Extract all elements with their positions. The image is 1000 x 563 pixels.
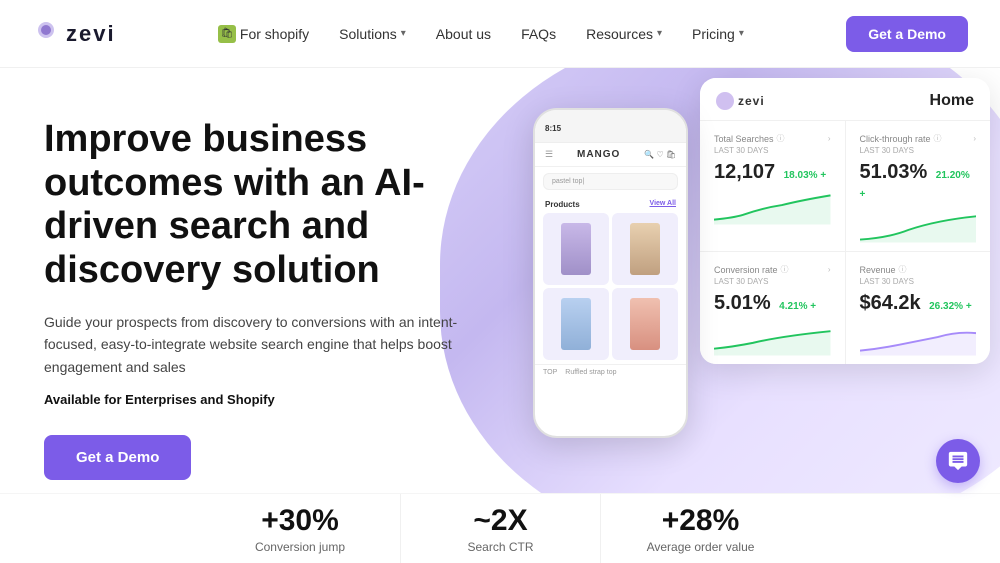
logo[interactable]: zevi bbox=[32, 20, 116, 48]
phone-mockup: 8:15 ☰ MANGO 🔍 ♡ 🛍 pastel top| Products … bbox=[533, 108, 688, 438]
stat-ctr: ~2X Search CTR bbox=[400, 494, 600, 563]
phone-bottom-bar: TOP Ruffled strap top bbox=[535, 364, 686, 380]
chat-icon bbox=[947, 450, 969, 472]
chevron-down-icon-resources: ▾ bbox=[657, 28, 662, 39]
chart-revenue bbox=[860, 321, 977, 356]
dashboard-title: Home bbox=[930, 92, 974, 110]
chat-button[interactable] bbox=[936, 439, 980, 483]
phone-brand: MANGO bbox=[577, 149, 620, 160]
phone-view-all[interactable]: View All bbox=[650, 200, 676, 209]
phone-status-bar: 8:15 bbox=[535, 110, 686, 143]
chart-conversion bbox=[714, 321, 831, 356]
hero-title: Improve business outcomes with an AI-dri… bbox=[44, 118, 480, 293]
phone-product-grid: Frilled dress... Printed flowy... Frille… bbox=[535, 213, 686, 360]
phone-product-1[interactable]: Frilled dress... bbox=[543, 213, 609, 285]
nav-pricing[interactable]: Pricing ▾ bbox=[680, 20, 756, 48]
nav-links: 🛍 For shopify Solutions ▾ About us FAQs … bbox=[206, 19, 756, 49]
dashboard-logo-icon bbox=[716, 92, 734, 110]
nav-about-us[interactable]: About us bbox=[424, 20, 503, 48]
stat-aov-label: Average order value bbox=[621, 540, 780, 554]
nav-resources[interactable]: Resources ▾ bbox=[574, 20, 674, 48]
arrow-icon-conversion[interactable]: › bbox=[828, 265, 831, 274]
hero-content: Improve business outcomes with an AI-dri… bbox=[0, 68, 480, 480]
nav-solutions[interactable]: Solutions ▾ bbox=[327, 20, 418, 48]
product-figure-2 bbox=[630, 223, 660, 275]
metric-revenue: Revenue ⓘ LAST 30 DAYS $64.2k 26.32% + bbox=[846, 252, 991, 364]
phone-action-icons: 🔍 ♡ 🛍 bbox=[644, 150, 676, 159]
stat-conversion: +30% Conversion jump bbox=[200, 494, 400, 563]
stat-aov-value: +28% bbox=[621, 504, 780, 538]
chart-ctr bbox=[860, 208, 977, 243]
stat-conversion-value: +30% bbox=[220, 504, 380, 538]
info-icon-revenue: ⓘ bbox=[899, 264, 907, 275]
phone-product-4[interactable]: Ruffled strap... bbox=[612, 288, 678, 360]
nav-cta-button[interactable]: Get a Demo bbox=[846, 16, 968, 52]
phone-products-label: Products View All bbox=[535, 196, 686, 213]
logo-icon bbox=[32, 20, 60, 48]
stat-conversion-label: Conversion jump bbox=[220, 540, 380, 554]
metric-ctr: Click-through rate ⓘ › LAST 30 DAYS 51.0… bbox=[846, 121, 991, 251]
hero-badge: Available for Enterprises and Shopify bbox=[44, 392, 480, 407]
metric-conversion: Conversion rate ⓘ › LAST 30 DAYS 5.01% 4… bbox=[700, 252, 845, 364]
dashboard-card: zevi Home Total Searches ⓘ › LAST 30 DAY… bbox=[700, 78, 990, 364]
phone-time: 8:15 bbox=[545, 124, 561, 133]
chevron-down-icon: ▾ bbox=[401, 28, 406, 39]
brand-name: zevi bbox=[66, 21, 116, 47]
navbar: zevi 🛍 For shopify Solutions ▾ About us … bbox=[0, 0, 1000, 68]
phone-search-bar[interactable]: pastel top| bbox=[543, 173, 678, 190]
stat-ctr-label: Search CTR bbox=[421, 540, 580, 554]
stats-bar: +30% Conversion jump ~2X Search CTR +28%… bbox=[0, 493, 1000, 563]
arrow-icon-ctr[interactable]: › bbox=[973, 134, 976, 143]
phone-product-2[interactable]: Printed flowy... bbox=[612, 213, 678, 285]
chevron-down-icon-pricing: ▾ bbox=[739, 28, 744, 39]
dashboard-logo-text: zevi bbox=[738, 94, 765, 108]
phone-product-3[interactable]: Frilled flowy... bbox=[543, 288, 609, 360]
nav-faqs[interactable]: FAQs bbox=[509, 20, 568, 48]
product-figure-4 bbox=[630, 298, 660, 350]
metric-total-searches: Total Searches ⓘ › LAST 30 DAYS 12,107 1… bbox=[700, 121, 845, 251]
info-icon-searches: ⓘ bbox=[777, 133, 785, 144]
hero-visuals: 8:15 ☰ MANGO 🔍 ♡ 🛍 pastel top| Products … bbox=[533, 78, 990, 408]
hero-section: Improve business outcomes with an AI-dri… bbox=[0, 68, 1000, 563]
info-icon-conversion: ⓘ bbox=[781, 264, 789, 275]
hero-cta-button[interactable]: Get a Demo bbox=[44, 435, 191, 480]
product-figure-1 bbox=[561, 223, 591, 275]
chart-searches bbox=[714, 190, 831, 225]
info-icon-ctr: ⓘ bbox=[934, 133, 942, 144]
nav-for-shopify[interactable]: 🛍 For shopify bbox=[206, 19, 321, 49]
product-figure-3 bbox=[561, 298, 591, 350]
dashboard-logo: zevi bbox=[716, 92, 765, 110]
stat-ctr-value: ~2X bbox=[421, 504, 580, 538]
dashboard-header: zevi Home bbox=[700, 78, 990, 121]
dashboard-metrics-grid: Total Searches ⓘ › LAST 30 DAYS 12,107 1… bbox=[700, 121, 990, 364]
phone-header: ☰ MANGO 🔍 ♡ 🛍 bbox=[535, 143, 686, 167]
hero-subtitle: Guide your prospects from discovery to c… bbox=[44, 311, 464, 378]
shopify-icon: 🛍 bbox=[218, 25, 236, 43]
arrow-icon-searches[interactable]: › bbox=[828, 134, 831, 143]
stat-aov: +28% Average order value bbox=[600, 494, 800, 563]
